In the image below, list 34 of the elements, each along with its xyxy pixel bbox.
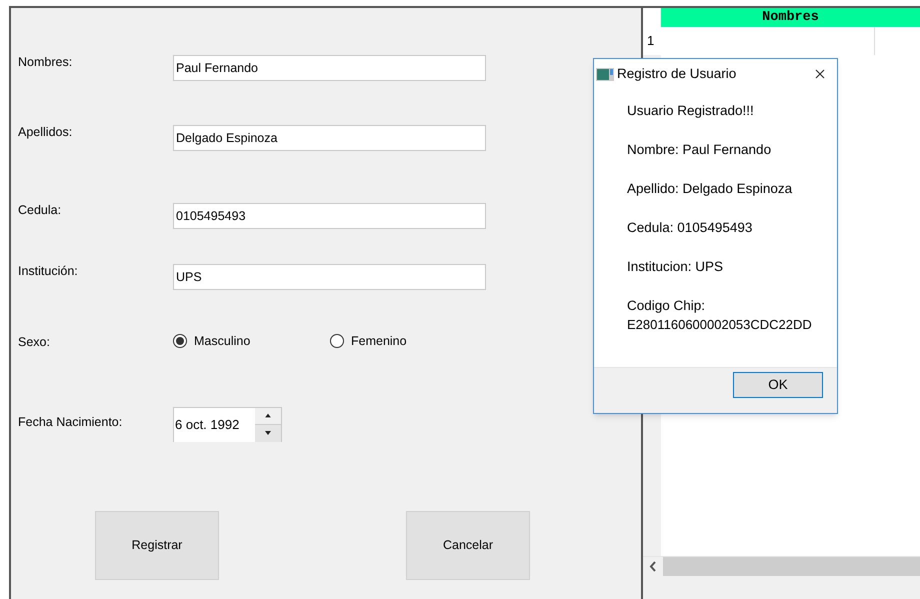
table-cell[interactable] (875, 27, 920, 55)
dialog-title: Registro de Usuario (617, 64, 738, 83)
field-label: Institución: (18, 263, 79, 280)
field-label: Sexo: (18, 334, 51, 351)
date-spinner[interactable]: 6 oct. 1992 (173, 406, 282, 442)
chip-label: Codigo Chip: (627, 297, 706, 315)
radio-button[interactable] (173, 334, 187, 348)
ok-button[interactable]: OK (733, 372, 823, 398)
column-header[interactable]: Nombres (661, 8, 920, 27)
row-header[interactable]: 1 (643, 27, 661, 55)
field-label: Nombres: (18, 54, 74, 71)
dialog-text: Usuario Registrado!!! (627, 102, 755, 120)
horizontal-scrollbar[interactable] (643, 556, 920, 576)
chip-code: E2801160600002053CDC22DD (627, 316, 813, 334)
dialog-text: Cedula: 0105495493 (627, 219, 754, 237)
text-field[interactable]: Delgado Espinoza (173, 125, 486, 151)
dialog-text: Institucion: UPS (627, 258, 724, 276)
dialog-text: Apellido: Delgado Espinoza (627, 180, 794, 198)
close-icon[interactable] (815, 69, 825, 79)
table-cell[interactable] (661, 27, 875, 55)
dialog-text: Nombre: Paul Fernando (627, 141, 772, 159)
app-icon (596, 66, 614, 82)
form-button[interactable]: Cancelar (406, 510, 530, 580)
field-label: Cedula: (18, 202, 62, 219)
field-label: Fecha Nacimiento: (18, 414, 124, 431)
text-field[interactable]: UPS (173, 264, 486, 290)
radio-option[interactable]: Masculino (173, 332, 330, 350)
radio-option[interactable]: Femenino (330, 332, 407, 350)
scroll-left-icon[interactable] (643, 557, 663, 576)
text-field[interactable]: Paul Fernando (173, 55, 486, 81)
text-field[interactable]: 0105495493 (173, 203, 486, 229)
radio-button[interactable] (330, 334, 344, 348)
field-label: Apellidos: (18, 124, 74, 141)
form-button[interactable]: Registrar (95, 510, 219, 580)
